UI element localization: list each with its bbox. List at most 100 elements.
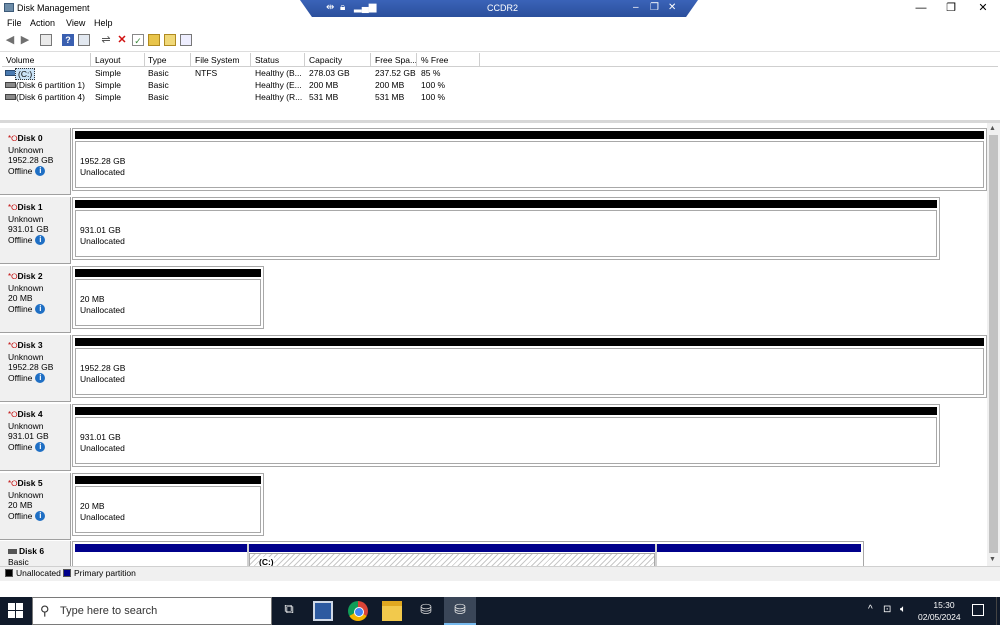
info-icon[interactable]: i bbox=[35, 511, 46, 522]
volume-layout: Simple bbox=[95, 80, 121, 90]
delete-icon[interactable]: ✕ bbox=[116, 34, 128, 46]
info-icon[interactable]: i bbox=[35, 166, 46, 177]
clock-time[interactable]: 15:30 bbox=[929, 600, 959, 610]
info-icon[interactable]: i bbox=[35, 304, 46, 315]
disk-partition-bar: 931.01 GB Unallocated bbox=[72, 404, 940, 467]
forward-arrow-icon[interactable]: ▶ bbox=[19, 34, 31, 46]
info-icon[interactable]: i bbox=[35, 373, 46, 384]
menu-file[interactable]: File bbox=[7, 18, 22, 28]
volume-name[interactable]: (Disk 6 partition 4) bbox=[16, 92, 85, 102]
col-free-space[interactable]: Free Spa... bbox=[375, 55, 417, 65]
region-size: 931.01 GB bbox=[80, 225, 121, 235]
menu-view[interactable]: View bbox=[66, 18, 85, 28]
show-desktop-button[interactable] bbox=[996, 597, 1000, 625]
clock-date[interactable]: 02/05/2024 bbox=[918, 612, 961, 622]
disk-label[interactable]: *⭘Disk 1 Unknown 931.01 GB Offline i bbox=[0, 197, 71, 264]
column-divider[interactable] bbox=[190, 53, 191, 66]
show-hidden-icons-chevron-icon[interactable]: ^ bbox=[868, 604, 873, 615]
disk-label[interactable]: *⭘Disk 2 Unknown 20 MB Offline i bbox=[0, 266, 71, 333]
connect-drive-icon[interactable]: ⇌ bbox=[100, 34, 112, 46]
volume-muted-icon[interactable]: 🔈︎ bbox=[900, 604, 906, 615]
unallocated-region[interactable]: 1952.28 GB Unallocated bbox=[75, 348, 984, 395]
rd-restore-button[interactable]: ❐ bbox=[650, 2, 659, 13]
disk-label[interactable]: *⭘Disk 5 Unknown 20 MB Offline i bbox=[0, 473, 71, 540]
disk-map-pane: *⭘Disk 0 Unknown 1952.28 GB Offline i 195… bbox=[0, 123, 987, 566]
unallocated-region[interactable]: 20 MB Unallocated bbox=[75, 279, 261, 326]
column-divider[interactable] bbox=[304, 53, 305, 66]
col-capacity[interactable]: Capacity bbox=[309, 55, 342, 65]
unallocated-strip bbox=[75, 476, 261, 484]
column-divider[interactable] bbox=[144, 53, 145, 66]
close-window-button[interactable]: ✕ bbox=[966, 0, 1000, 16]
show-hide-console-icon[interactable] bbox=[40, 34, 52, 46]
folder-icon[interactable] bbox=[148, 34, 160, 46]
column-divider[interactable] bbox=[479, 53, 480, 66]
volume-capacity: 200 MB bbox=[309, 80, 339, 90]
notification-center-icon[interactable] bbox=[972, 604, 984, 616]
task-view-icon[interactable]: ⧉ bbox=[279, 601, 299, 621]
settings-list-icon[interactable] bbox=[180, 34, 192, 46]
back-arrow-icon[interactable]: ◀ bbox=[4, 34, 16, 46]
disk-partition-bar: 1952.28 GB Unallocated bbox=[72, 335, 987, 398]
column-divider[interactable] bbox=[370, 53, 371, 66]
file-explorer-icon[interactable] bbox=[382, 601, 402, 621]
disk-partition-bar: 20 MB Unallocated bbox=[72, 266, 264, 329]
chrome-icon[interactable] bbox=[348, 601, 368, 621]
scroll-down-arrow-icon[interactable]: ▼ bbox=[989, 556, 996, 563]
offline-disk-icon: *⭘ bbox=[8, 272, 18, 281]
scroll-up-arrow-icon[interactable]: ▲ bbox=[989, 125, 996, 132]
windows-start-icon[interactable] bbox=[8, 603, 24, 619]
disk-label[interactable]: *⭘Disk 4 Unknown 931.01 GB Offline i bbox=[0, 404, 71, 471]
column-divider[interactable] bbox=[250, 53, 251, 66]
disk-tool-icon[interactable]: ⛁ bbox=[416, 601, 436, 621]
menu-help[interactable]: Help bbox=[94, 18, 113, 28]
rd-close-button[interactable]: ✕ bbox=[668, 2, 676, 13]
volume-drive-icon bbox=[5, 82, 16, 88]
col-percent-free[interactable]: % Free bbox=[421, 55, 448, 65]
minimize-button[interactable]: — bbox=[904, 0, 938, 16]
server-manager-icon[interactable] bbox=[313, 601, 333, 621]
signal-strength-icon[interactable]: ▂▄▆ bbox=[354, 2, 376, 13]
c-drive-partition[interactable]: (C:) bbox=[249, 553, 655, 566]
unallocated-region[interactable]: 1952.28 GB Unallocated bbox=[75, 141, 984, 188]
info-icon[interactable]: i bbox=[35, 442, 46, 453]
menu-action[interactable]: Action bbox=[30, 18, 55, 28]
disk-partition-bar: (C:) bbox=[72, 541, 864, 566]
help-icon[interactable]: ? bbox=[62, 34, 74, 46]
volume-name[interactable]: (Disk 6 partition 1) bbox=[16, 80, 85, 90]
rd-minimize-button[interactable]: ‒ bbox=[633, 2, 639, 13]
region-label: Unallocated bbox=[80, 166, 125, 177]
column-divider[interactable] bbox=[416, 53, 417, 66]
volume-layout: Simple bbox=[95, 92, 121, 102]
disk-row: *⭘Disk 2 Unknown 20 MB Offline i 20 MB Un… bbox=[0, 266, 987, 333]
search-folder-icon[interactable] bbox=[164, 34, 176, 46]
unallocated-region[interactable]: 931.01 GB Unallocated bbox=[75, 417, 937, 464]
maximize-button[interactable]: ❐ bbox=[934, 0, 968, 16]
unallocated-region[interactable]: 931.01 GB Unallocated bbox=[75, 210, 937, 257]
col-type[interactable]: Type bbox=[148, 55, 166, 65]
pin-icon[interactable]: ⇹ bbox=[326, 2, 334, 13]
disk-name: Disk 6 bbox=[19, 546, 45, 556]
disk-label[interactable]: *⭘Disk 0 Unknown 1952.28 GB Offline i bbox=[0, 128, 71, 195]
disk-label[interactable]: *⭘Disk 3 Unknown 1952.28 GB Offline i bbox=[0, 335, 71, 402]
legend-primary-partition: Primary partition bbox=[74, 568, 136, 578]
col-file-system[interactable]: File System bbox=[195, 55, 239, 65]
unallocated-strip bbox=[75, 131, 984, 139]
properties-panel-icon[interactable] bbox=[78, 34, 90, 46]
volume-free-space: 531 MB bbox=[375, 92, 405, 102]
column-divider[interactable] bbox=[90, 53, 91, 66]
col-status[interactable]: Status bbox=[255, 55, 279, 65]
region-label: Unallocated bbox=[80, 373, 125, 384]
col-layout[interactable]: Layout bbox=[95, 55, 121, 65]
network-icon[interactable]: ⊡ bbox=[883, 604, 891, 615]
checklist-icon[interactable]: ✓ bbox=[132, 34, 144, 46]
volume-free-space: 237.52 GB bbox=[375, 68, 416, 78]
disk-label[interactable]: Disk 6 Basic bbox=[0, 541, 71, 566]
scrollbar-thumb[interactable] bbox=[989, 135, 998, 553]
col-volume[interactable]: Volume bbox=[6, 55, 34, 65]
info-icon[interactable]: i bbox=[35, 235, 46, 246]
disk-type: Unknown bbox=[8, 351, 44, 362]
unallocated-region[interactable]: 20 MB Unallocated bbox=[75, 486, 261, 533]
disk-management-taskbar-icon[interactable]: ⛁ bbox=[450, 601, 470, 621]
disk-partition-bar: 931.01 GB Unallocated bbox=[72, 197, 940, 260]
